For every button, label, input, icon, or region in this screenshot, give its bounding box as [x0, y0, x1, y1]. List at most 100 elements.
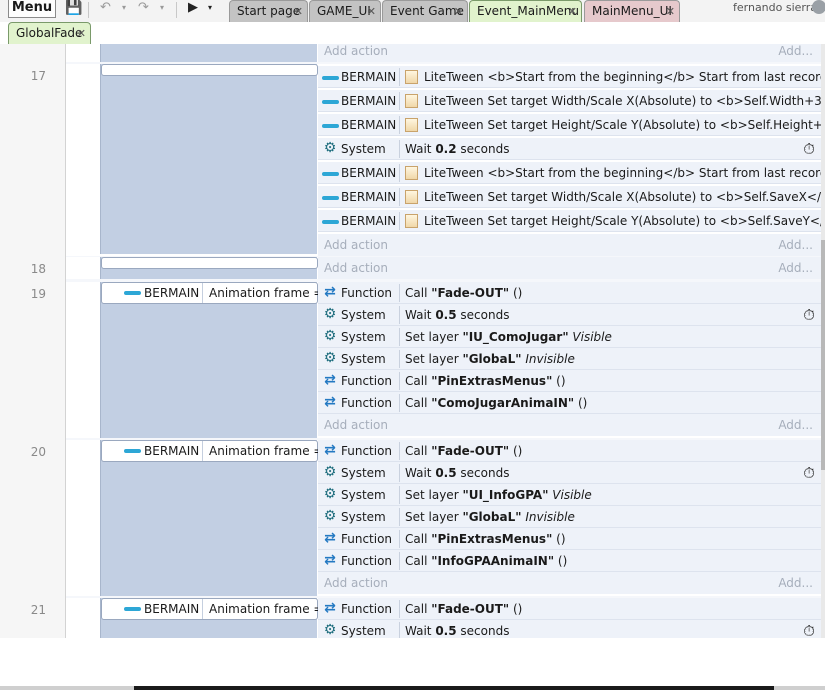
menu-button[interactable]: Menu — [8, 0, 56, 18]
action-row[interactable]: BERMAIN LiteTween Set target Width/Scale… — [318, 186, 825, 208]
action-row[interactable]: ⚙ System Wait 0.5 seconds ⏱ — [318, 462, 821, 484]
action-row[interactable]: BERMAIN LiteTween Set target Height/Scal… — [318, 210, 825, 232]
action-row[interactable]: BERMAIN LiteTween Set target Width/Scale… — [318, 90, 825, 112]
add-more-link[interactable]: Add... — [778, 234, 813, 256]
action-text[interactable]: Wait 0.2 seconds — [405, 138, 509, 160]
action-row[interactable]: ⇄ Function Call "PinExtrasMenus" () — [318, 528, 821, 550]
avatar[interactable] — [812, 0, 825, 14]
add-more-link[interactable]: Add... — [778, 572, 813, 594]
condition-text[interactable]: Animation frame = 2 — [202, 599, 319, 619]
action-row[interactable]: ⇄ Function Call "Fade-OUT" () — [318, 282, 821, 304]
play-icon[interactable]: ▶ — [188, 0, 198, 16]
action-text[interactable]: Wait 0.5 seconds — [405, 462, 509, 484]
action-text[interactable]: Set layer "UI_InfoGPA" Visible — [405, 484, 592, 506]
action-text[interactable]: Call "Fade-OUT" () — [405, 598, 522, 620]
undo-icon[interactable]: ↶ — [100, 0, 111, 16]
add-action-row[interactable]: Add action Add... — [318, 572, 821, 594]
event-block[interactable]: 19 BERMAIN Animation frame = 0 ⇄ Functio… — [31, 282, 821, 438]
condition-text[interactable]: Animation frame = 0 — [202, 283, 319, 303]
action-text[interactable]: Call "Fade-OUT" () — [405, 440, 522, 462]
add-action-row[interactable]: Add action Add... — [318, 44, 821, 62]
action-text[interactable]: Set layer "IU_ComoJugar" Visible — [405, 326, 612, 348]
action-row[interactable]: BERMAIN LiteTween <b>Start from the begi… — [318, 162, 825, 184]
action-text[interactable]: LiteTween Set target Height/Scale Y(Abso… — [424, 210, 825, 232]
tab-event-mainmenu[interactable]: Event_MainMenu ✕ — [469, 0, 582, 22]
action-text[interactable]: Call "PinExtrasMenus" () — [405, 528, 566, 550]
action-row[interactable]: ⚙ System Wait 0.5 seconds ⏱ — [318, 620, 821, 638]
user-name[interactable]: fernando sierra — [733, 1, 817, 14]
tab-event-game[interactable]: Event Game ✕ — [382, 0, 468, 22]
add-more-link[interactable]: Add... — [778, 44, 813, 62]
add-action-link[interactable]: Add action — [324, 257, 388, 279]
action-text[interactable]: Call "InfoGPAAnimaIN" () — [405, 550, 567, 572]
condition-column[interactable]: BERMAIN Animation frame = 3 — [100, 440, 319, 596]
action-row[interactable]: BERMAIN LiteTween <b>Start from the begi… — [318, 66, 825, 88]
add-more-link[interactable]: Add... — [778, 257, 813, 279]
close-icon[interactable]: ✕ — [666, 1, 675, 22]
save-icon[interactable]: 💾 — [65, 0, 82, 16]
add-action-row[interactable]: Add action Add... — [318, 414, 821, 436]
add-action-link[interactable]: Add action — [324, 414, 388, 436]
condition-row[interactable]: BERMAIN Animation frame = 0 — [101, 282, 319, 304]
chevron-down-icon[interactable]: ▾ — [122, 0, 126, 16]
tab-start-page[interactable]: Start page ✕ — [229, 0, 308, 22]
add-action-link[interactable]: Add action — [324, 572, 388, 594]
condition-column[interactable] — [100, 257, 318, 279]
action-row[interactable]: ⚙ System Set layer "GlobaL" Invisible — [318, 348, 821, 370]
action-row[interactable]: ⚙ System Set layer "IU_ComoJugar" Visibl… — [318, 326, 821, 348]
action-row[interactable]: ⇄ Function Call "Fade-OUT" () — [318, 598, 821, 620]
action-text[interactable]: Call "ComoJugarAnimaIN" () — [405, 392, 587, 414]
action-text[interactable]: Call "PinExtrasMenus" () — [405, 370, 566, 392]
event-block[interactable]: 21 BERMAIN Animation frame = 2 ⇄ Functio… — [31, 598, 821, 638]
add-action-row[interactable]: Add action Add... — [318, 234, 821, 256]
tab-game-ui[interactable]: GAME_UI ✕ — [309, 0, 381, 22]
action-text[interactable]: LiteTween Set target Width/Scale X(Absol… — [424, 90, 825, 112]
tab-globalfade[interactable]: GlobalFade ✕ — [8, 22, 91, 44]
event-block[interactable]: 17 BERMAIN LiteTween <b>Start from the b… — [31, 64, 825, 256]
action-text[interactable]: Wait 0.5 seconds — [405, 620, 509, 638]
add-action-row[interactable]: Add action Add... — [318, 257, 821, 279]
action-text[interactable]: LiteTween <b>Start from the beginning</b… — [424, 66, 825, 88]
condition-row-empty[interactable] — [101, 257, 318, 269]
add-more-link[interactable]: Add... — [778, 414, 813, 436]
action-row[interactable]: ⇄ Function Call "ComoJugarAnimaIN" () — [318, 392, 821, 414]
condition-column[interactable]: BERMAIN Animation frame = 2 — [100, 598, 319, 638]
close-icon[interactable]: ✕ — [367, 1, 376, 22]
add-action-link[interactable]: Add action — [324, 234, 388, 256]
chevron-down-icon[interactable]: ▾ — [160, 0, 164, 16]
close-icon[interactable]: ✕ — [294, 1, 303, 22]
action-text[interactable]: Wait 0.5 seconds — [405, 304, 509, 326]
action-row[interactable]: ⚙ System Wait 0.5 seconds ⏱ — [318, 304, 821, 326]
condition-row[interactable]: BERMAIN Animation frame = 2 — [101, 598, 319, 620]
action-row[interactable]: ⇄ Function Call "PinExtrasMenus" () — [318, 370, 821, 392]
action-row[interactable]: ⇄ Function Call "InfoGPAAnimaIN" () — [318, 550, 821, 572]
action-row[interactable]: ⇄ Function Call "Fade-OUT" () — [318, 440, 821, 462]
action-row[interactable]: ⚙ System Set layer "UI_InfoGPA" Visible — [318, 484, 821, 506]
condition-column[interactable]: BERMAIN Animation frame = 0 — [100, 282, 319, 438]
action-row[interactable]: ⚙ System Wait 0.2 seconds ⏱ — [318, 138, 821, 160]
action-text[interactable]: LiteTween Set target Width/Scale X(Absol… — [424, 186, 825, 208]
condition-row[interactable]: BERMAIN Animation frame = 3 — [101, 440, 319, 462]
event-sheet[interactable]: Add action Add... 17 BERMAIN LiteTween <… — [0, 44, 825, 638]
action-text[interactable]: LiteTween Set target Height/Scale Y(Abso… — [424, 114, 825, 136]
condition-row-empty[interactable] — [101, 64, 318, 76]
action-text[interactable]: Call "Fade-OUT" () — [405, 282, 522, 304]
chevron-down-icon[interactable]: ▾ — [208, 0, 212, 16]
action-row[interactable]: BERMAIN LiteTween Set target Height/Scal… — [318, 114, 825, 136]
condition-column[interactable] — [100, 44, 317, 62]
redo-icon[interactable]: ↷ — [138, 0, 149, 16]
action-row[interactable]: ⚙ System Set layer "GlobaL" Invisible — [318, 506, 821, 528]
action-text[interactable]: Set layer "GlobaL" Invisible — [405, 348, 575, 370]
tab-mainmenu-ui[interactable]: MainMenu_UI ✕ — [584, 0, 680, 22]
close-icon[interactable]: ✕ — [568, 1, 577, 22]
condition-column[interactable] — [100, 64, 318, 254]
close-icon[interactable]: ✕ — [77, 23, 86, 44]
action-text[interactable]: LiteTween <b>Start from the beginning</b… — [424, 162, 825, 184]
event-block[interactable]: 18 Add action Add... — [31, 257, 821, 279]
scrollbar-thumb[interactable] — [821, 240, 825, 470]
action-text[interactable]: Set layer "GlobaL" Invisible — [405, 506, 575, 528]
vertical-scrollbar[interactable] — [821, 44, 825, 638]
event-block[interactable]: 20 BERMAIN Animation frame = 3 ⇄ Functio… — [31, 440, 821, 596]
close-icon[interactable]: ✕ — [454, 1, 463, 22]
event-block[interactable]: Add action Add... — [66, 44, 821, 62]
